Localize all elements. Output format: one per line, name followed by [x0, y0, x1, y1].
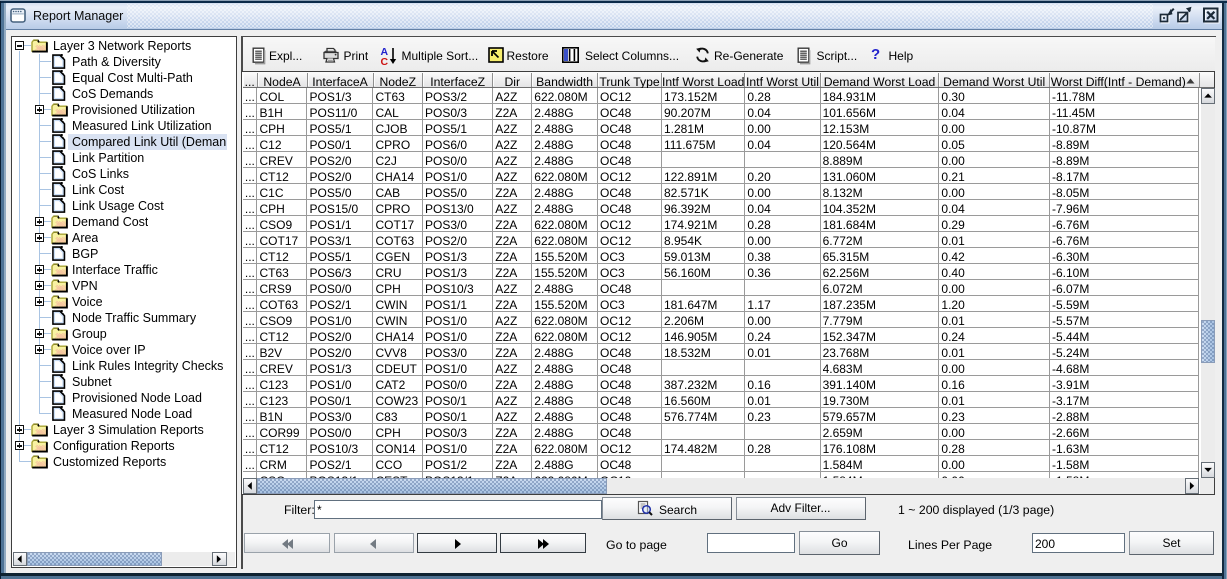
- svg-text:C: C: [381, 56, 389, 66]
